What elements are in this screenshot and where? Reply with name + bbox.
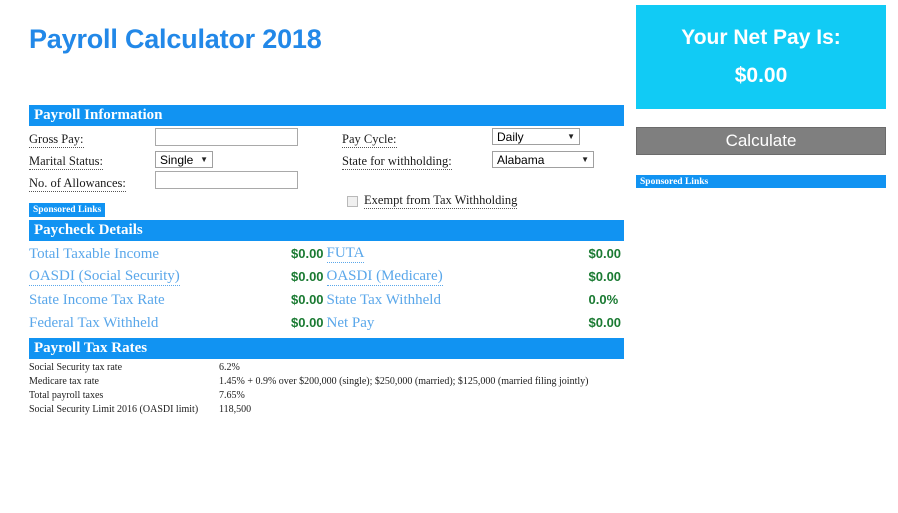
table-row: State Income Tax Rate $0.00 State Tax Wi…: [29, 288, 624, 311]
exempt-label: Exempt from Tax Withholding: [364, 193, 518, 209]
detail-label: Total Taxable Income: [29, 245, 160, 262]
detail-cell-left: State Income Tax Rate $0.00: [29, 291, 327, 309]
detail-label: State Income Tax Rate: [29, 291, 165, 308]
page-title: Payroll Calculator 2018: [29, 24, 322, 54]
sponsored-links-chip[interactable]: Sponsored Links: [29, 203, 106, 217]
detail-label: State Tax Withheld: [326, 291, 441, 308]
allowances-input[interactable]: [155, 171, 298, 189]
detail-label-wrap: State Income Tax Rate: [29, 291, 291, 309]
detail-label[interactable]: OASDI (Social Security): [29, 268, 180, 286]
net-pay-box: Your Net Pay Is: $0.00: [636, 5, 886, 109]
table-row: Social Security tax rate 6.2%: [29, 360, 624, 374]
table-row: Medicare tax rate 1.45% + 0.9% over $200…: [29, 374, 624, 388]
rate-value: 7.65%: [219, 389, 245, 401]
rate-name: Total payroll taxes: [29, 389, 104, 401]
detail-value: $0.00: [291, 292, 324, 307]
detail-value: $0.00: [291, 315, 324, 330]
detail-cell-left: Federal Tax Withheld $0.00: [29, 314, 327, 332]
detail-value: $0.00: [291, 246, 324, 261]
net-pay-title: Your Net Pay Is:: [681, 26, 841, 49]
rate-value: 118,500: [219, 403, 252, 415]
detail-cell-right: FUTA $0.00: [326, 244, 625, 263]
detail-label[interactable]: FUTA: [326, 245, 365, 263]
paycheck-details-table: Total Taxable Income $0.00 FUTA $0.00 OA…: [29, 242, 624, 334]
detail-label[interactable]: OASDI (Medicare): [326, 268, 443, 286]
detail-label-wrap: State Tax Withheld: [327, 291, 589, 309]
pay-cycle-select[interactable]: Daily ▼: [492, 128, 580, 145]
detail-label-wrap: OASDI (Medicare): [326, 267, 589, 286]
detail-label-wrap: Federal Tax Withheld: [29, 314, 291, 332]
table-row: Social Security Limit 2016 (OASDI limit)…: [29, 402, 624, 416]
detail-value: $0.00: [588, 315, 622, 330]
payroll-calculator-page: Payroll Calculator 2018 Payroll Informat…: [0, 0, 898, 513]
allowances-label: No. of Allowances:: [29, 176, 126, 192]
rate-name: Medicare tax rate: [29, 375, 99, 387]
marital-status-label: Marital Status:: [29, 154, 103, 170]
result-panel: Your Net Pay Is: $0.00 Calculate Sponsor…: [636, 5, 886, 188]
table-row: Total payroll taxes 7.65%: [29, 388, 624, 402]
detail-cell-left: Total Taxable Income $0.00: [29, 245, 327, 263]
payroll-tax-rates-table: Social Security tax rate 6.2% Medicare t…: [29, 360, 624, 416]
detail-label-wrap: Net Pay: [327, 314, 589, 332]
detail-label-wrap: FUTA: [326, 244, 589, 263]
payroll-information-heading: Payroll Information: [29, 105, 624, 126]
exempt-checkbox-row[interactable]: Exempt from Tax Withholding: [347, 193, 518, 209]
detail-value: $0.00: [588, 269, 622, 284]
detail-label: Federal Tax Withheld: [29, 314, 159, 331]
state-withholding-select[interactable]: Alabama ▼: [492, 151, 594, 168]
chevron-down-icon: ▼: [567, 131, 575, 141]
exempt-checkbox[interactable]: [347, 195, 358, 207]
table-row: Total Taxable Income $0.00 FUTA $0.00: [29, 242, 624, 265]
main-content-column: Payroll Information Gross Pay: Marital S…: [29, 105, 624, 416]
net-pay-amount: $0.00: [734, 64, 788, 87]
payroll-tax-rates-heading: Payroll Tax Rates: [29, 338, 624, 359]
payroll-information-form: Gross Pay: Marital Status: Single ▼ No. …: [29, 127, 624, 209]
sponsored-links-chip-container: Sponsored Links: [29, 199, 624, 217]
state-withholding-value: Alabama: [497, 152, 545, 167]
paycheck-details-heading: Paycheck Details: [29, 220, 624, 241]
detail-label: Net Pay: [326, 314, 375, 331]
calculate-button[interactable]: Calculate: [636, 127, 886, 155]
chevron-down-icon: ▼: [200, 154, 208, 164]
detail-cell-right: OASDI (Medicare) $0.00: [326, 267, 625, 286]
pay-cycle-label: Pay Cycle:: [342, 132, 397, 148]
pay-cycle-value: Daily: [497, 129, 524, 144]
state-withholding-label: State for withholding:: [342, 154, 452, 170]
detail-cell-right: State Tax Withheld 0.0%: [327, 291, 625, 309]
detail-cell-right: Net Pay $0.00: [327, 314, 625, 332]
detail-value: $0.00: [588, 246, 622, 261]
rate-name: Social Security Limit 2016 (OASDI limit): [29, 403, 199, 415]
table-row: OASDI (Social Security) $0.00 OASDI (Med…: [29, 265, 624, 288]
detail-label-wrap: OASDI (Social Security): [29, 267, 291, 286]
sponsored-links-bar[interactable]: Sponsored Links: [636, 175, 886, 188]
detail-label-wrap: Total Taxable Income: [29, 245, 291, 263]
gross-pay-input[interactable]: [155, 128, 298, 146]
detail-value: $0.00: [291, 269, 324, 284]
rate-value: 1.45% + 0.9% over $200,000 (single); $25…: [219, 375, 589, 387]
rate-name: Social Security tax rate: [29, 361, 123, 373]
marital-status-select[interactable]: Single ▼: [155, 151, 213, 168]
table-row: Federal Tax Withheld $0.00 Net Pay $0.00: [29, 311, 624, 334]
chevron-down-icon: ▼: [581, 154, 589, 164]
detail-value: 0.0%: [588, 292, 619, 307]
detail-cell-left: OASDI (Social Security) $0.00: [29, 267, 327, 286]
marital-status-value: Single: [160, 152, 194, 167]
gross-pay-label: Gross Pay:: [29, 132, 84, 148]
rate-value: 6.2%: [219, 361, 240, 373]
